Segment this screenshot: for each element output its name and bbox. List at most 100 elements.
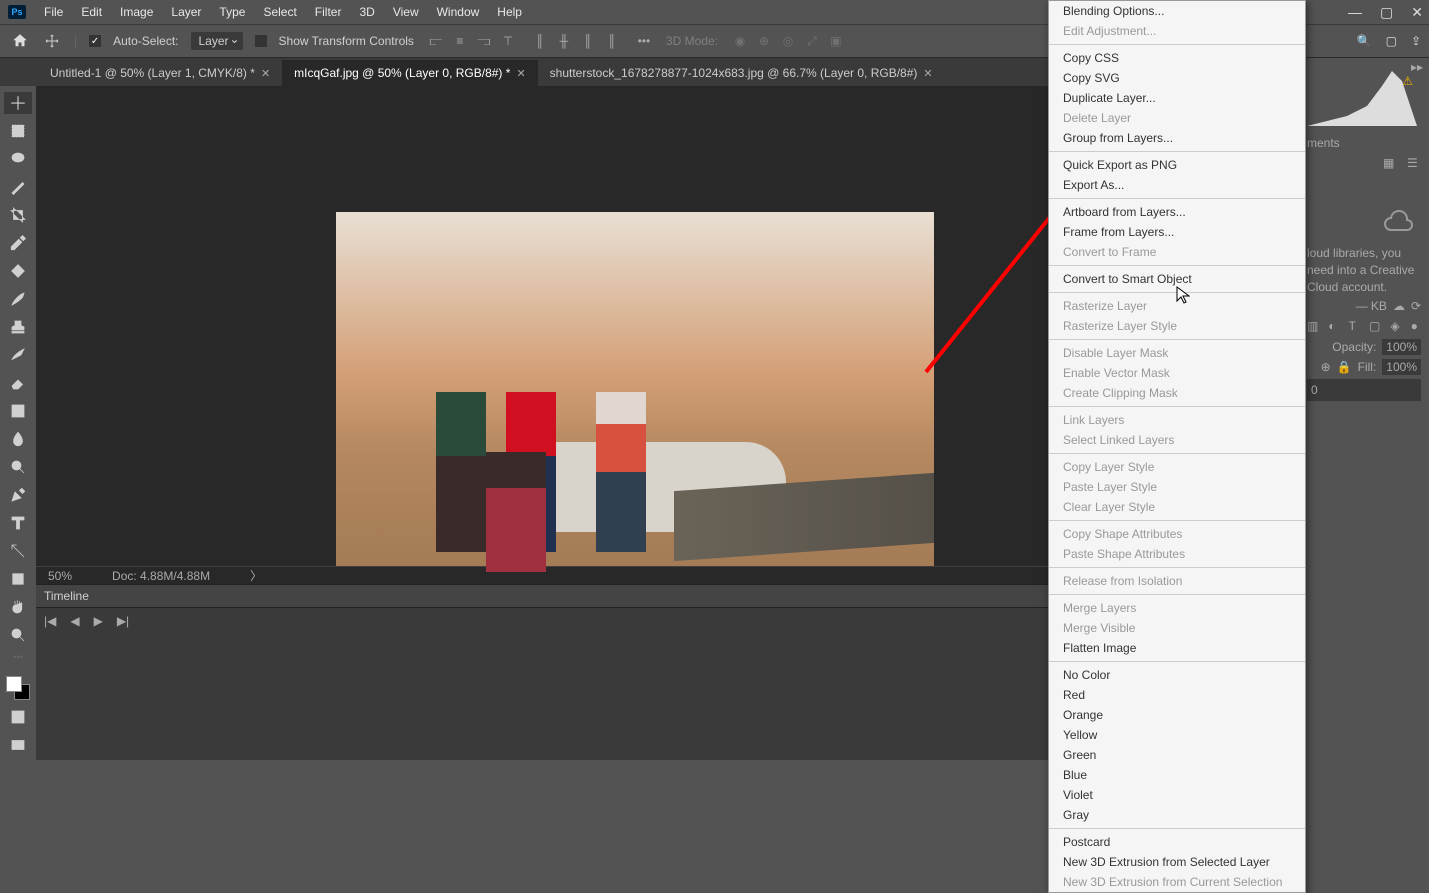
opacity-value[interactable]: 100% <box>1382 339 1421 355</box>
screen-mode-tool[interactable] <box>4 734 32 756</box>
menu-view[interactable]: View <box>393 5 419 19</box>
menu-file[interactable]: File <box>44 5 63 19</box>
home-icon[interactable] <box>10 32 30 50</box>
crop-tool[interactable] <box>4 204 32 226</box>
context-item[interactable]: Frame from Layers... <box>1049 222 1305 242</box>
doc-tab-3[interactable]: shutterstock_1678278877-1024x683.jpg @ 6… <box>538 60 945 86</box>
context-item[interactable]: No Color <box>1049 665 1305 685</box>
context-item[interactable]: Flatten Image <box>1049 638 1305 658</box>
menu-window[interactable]: Window <box>437 5 480 19</box>
maximize-icon[interactable]: ▢ <box>1380 4 1393 21</box>
context-item[interactable]: Violet <box>1049 785 1305 805</box>
tab-close-icon[interactable]: ✕ <box>923 67 932 80</box>
brush-tool[interactable] <box>4 288 32 310</box>
menu-layer[interactable]: Layer <box>171 5 201 19</box>
context-item[interactable]: Convert to Smart Object <box>1049 269 1305 289</box>
lock-all-icon[interactable]: 🔒 <box>1337 360 1352 374</box>
distribute-4-icon[interactable]: ║ <box>602 31 622 51</box>
filter-adjust-icon[interactable]: ◐ <box>1328 319 1338 333</box>
filter-shape-icon[interactable]: ▢ <box>1369 319 1380 333</box>
list-view-icon[interactable]: ☰ <box>1407 156 1421 170</box>
zoom-tool[interactable] <box>4 624 32 646</box>
context-item[interactable]: Blue <box>1049 765 1305 785</box>
prev-frame-icon[interactable]: ◀ <box>70 614 79 628</box>
auto-select-checkbox[interactable] <box>89 35 101 47</box>
sync-icon[interactable]: ⟳ <box>1411 299 1421 313</box>
auto-select-target[interactable]: Layer <box>191 32 243 50</box>
status-expand-icon[interactable]: 〉 <box>250 567 262 584</box>
color-swatches[interactable] <box>6 676 30 700</box>
tab-close-icon[interactable]: ✕ <box>516 67 525 80</box>
filter-type-icon[interactable]: T <box>1349 319 1359 333</box>
close-icon[interactable]: ✕ <box>1411 4 1423 21</box>
eraser-tool[interactable] <box>4 372 32 394</box>
wand-tool[interactable] <box>4 176 32 198</box>
context-item[interactable]: Gray <box>1049 805 1305 825</box>
menu-3d[interactable]: 3D <box>359 5 374 19</box>
move-tool[interactable] <box>4 92 32 114</box>
next-frame-icon[interactable]: ▶| <box>117 614 129 628</box>
quick-mask-tool[interactable] <box>4 706 32 728</box>
context-item[interactable]: Quick Export as PNG <box>1049 155 1305 175</box>
context-item[interactable]: Duplicate Layer... <box>1049 88 1305 108</box>
menu-filter[interactable]: Filter <box>315 5 342 19</box>
menu-help[interactable]: Help <box>497 5 522 19</box>
gradient-tool[interactable] <box>4 400 32 422</box>
zoom-level[interactable]: 50% <box>48 569 72 583</box>
lasso-tool[interactable] <box>4 148 32 170</box>
histogram-warning-icon[interactable]: ⚠ <box>1402 74 1413 88</box>
align-top-icon[interactable]: ⊤ <box>498 31 518 51</box>
context-item[interactable]: Postcard <box>1049 832 1305 852</box>
filter-kind-icon[interactable]: ▥ <box>1307 319 1318 333</box>
context-item[interactable]: Artboard from Layers... <box>1049 202 1305 222</box>
align-center-h-icon[interactable]: ≡ <box>450 31 470 51</box>
doc-size[interactable]: Doc: 4.88M/4.88M <box>112 569 210 583</box>
distribute-1-icon[interactable]: ║ <box>530 31 550 51</box>
stamp-tool[interactable] <box>4 316 32 338</box>
tab-close-icon[interactable]: ✕ <box>261 67 270 80</box>
minimize-icon[interactable]: — <box>1348 4 1362 21</box>
canvas-image[interactable] <box>336 212 934 612</box>
context-item[interactable]: Export As... <box>1049 175 1305 195</box>
cloud-status-icon[interactable]: ☁ <box>1393 299 1405 313</box>
context-item[interactable]: Copy CSS <box>1049 48 1305 68</box>
context-item[interactable]: Blending Options... <box>1049 1 1305 21</box>
layer-row[interactable]: 0 <box>1307 379 1421 401</box>
filter-toggle-icon[interactable]: ● <box>1411 319 1421 333</box>
align-left-icon[interactable]: ⫍ <box>426 31 446 51</box>
menu-type[interactable]: Type <box>219 5 245 19</box>
doc-tab-2[interactable]: mIcqGaf.jpg @ 50% (Layer 0, RGB/8#) *✕ <box>282 60 538 86</box>
dodge-tool[interactable] <box>4 456 32 478</box>
adjustments-tab[interactable]: ments <box>1307 136 1421 150</box>
eyedropper-tool[interactable] <box>4 232 32 254</box>
context-item[interactable]: Group from Layers... <box>1049 128 1305 148</box>
menu-select[interactable]: Select <box>263 5 296 19</box>
shape-tool[interactable] <box>4 568 32 590</box>
fill-value[interactable]: 100% <box>1382 359 1421 375</box>
context-item[interactable]: Red <box>1049 685 1305 705</box>
context-item[interactable]: Orange <box>1049 705 1305 725</box>
menu-image[interactable]: Image <box>120 5 153 19</box>
path-tool[interactable] <box>4 540 32 562</box>
search-icon[interactable]: 🔍 <box>1357 34 1372 48</box>
menu-edit[interactable]: Edit <box>81 5 102 19</box>
more-options-icon[interactable]: ••• <box>634 31 654 51</box>
context-item[interactable]: New 3D Extrusion from Selected Layer <box>1049 852 1305 872</box>
filter-smart-icon[interactable]: ◈ <box>1390 319 1400 333</box>
context-item[interactable]: Yellow <box>1049 725 1305 745</box>
hand-tool[interactable] <box>4 596 32 618</box>
show-transform-checkbox[interactable] <box>255 35 267 47</box>
distribute-3-icon[interactable]: ║ <box>578 31 598 51</box>
play-icon[interactable]: ▶ <box>94 614 103 628</box>
share-icon[interactable]: ⇪ <box>1411 34 1421 48</box>
history-brush-tool[interactable] <box>4 344 32 366</box>
workspace-icon[interactable]: ▢ <box>1386 34 1397 48</box>
marquee-tool[interactable] <box>4 120 32 142</box>
pen-tool[interactable] <box>4 484 32 506</box>
distribute-2-icon[interactable]: ╫ <box>554 31 574 51</box>
context-item[interactable]: Green <box>1049 745 1305 765</box>
lock-position-icon[interactable]: ⊕ <box>1321 360 1331 374</box>
doc-tab-1[interactable]: Untitled-1 @ 50% (Layer 1, CMYK/8) *✕ <box>38 60 282 86</box>
context-item[interactable]: Copy SVG <box>1049 68 1305 88</box>
first-frame-icon[interactable]: |◀ <box>44 614 56 628</box>
